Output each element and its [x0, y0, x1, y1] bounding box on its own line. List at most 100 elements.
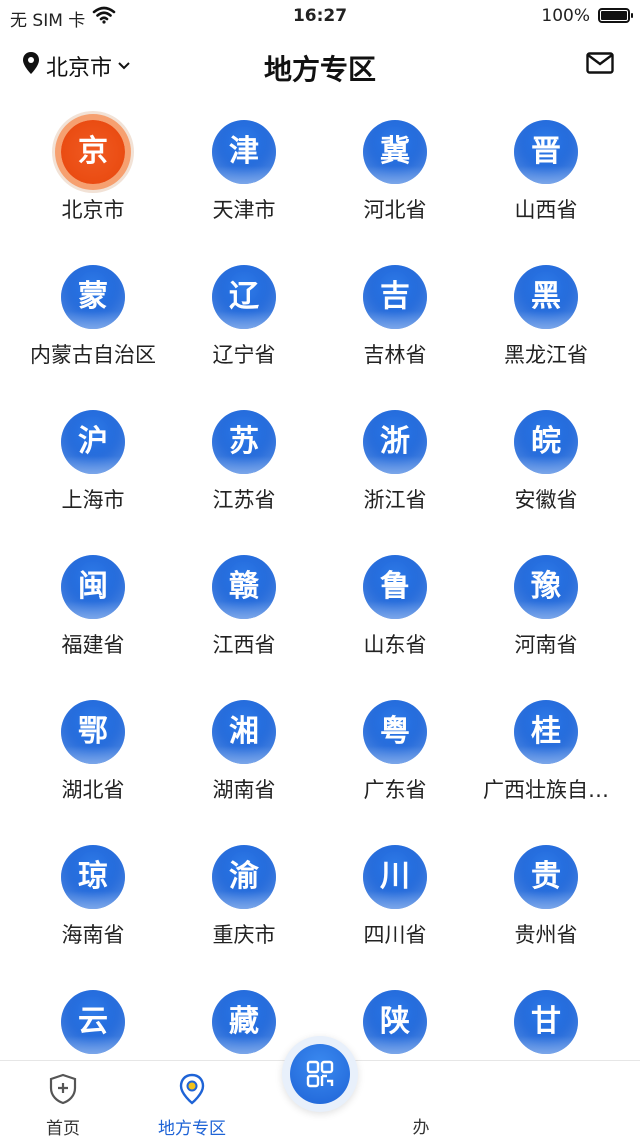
region-emblem-icon: 闽 [61, 555, 125, 619]
region-emblem-icon: 云 [61, 990, 125, 1054]
region-name: 江西省 [212, 633, 276, 657]
region-name: 海南省 [61, 923, 125, 947]
region-item[interactable]: 川四川省 [315, 845, 475, 949]
region-emblem-glyph: 鲁 [380, 569, 410, 604]
region-emblem-glyph: 云 [78, 1004, 108, 1039]
battery-icon [598, 8, 633, 23]
region-name: 广西壮族自… [483, 778, 609, 802]
region-name: 河南省 [514, 633, 578, 657]
region-name: 北京市 [61, 198, 125, 222]
region-item[interactable]: 湘湖南省 [164, 700, 324, 804]
region-item[interactable]: 云 [13, 990, 173, 1060]
region-item[interactable]: 蒙内蒙古自治区 [13, 265, 173, 369]
region-emblem-icon: 黑 [514, 265, 578, 329]
tab-home[interactable]: 首页 [8, 1073, 118, 1139]
region-item[interactable]: 浙浙江省 [315, 410, 475, 514]
region-emblem-icon: 湘 [212, 700, 276, 764]
region-item[interactable]: 桂广西壮族自… [466, 700, 626, 804]
region-emblem-icon: 浙 [363, 410, 427, 474]
region-emblem-glyph: 沪 [78, 424, 108, 459]
region-emblem-icon: 皖 [514, 410, 578, 474]
region-item[interactable]: 辽辽宁省 [164, 265, 324, 369]
tab-home-label: 首页 [46, 1119, 80, 1139]
region-name: 湖北省 [61, 778, 125, 802]
region-name: 四川省 [363, 923, 427, 947]
tab-task[interactable]: 办 [366, 1113, 476, 1138]
mail-icon[interactable] [586, 52, 614, 78]
region-emblem-glyph: 川 [380, 859, 410, 894]
region-emblem-icon: 川 [363, 845, 427, 909]
region-item[interactable]: 赣江西省 [164, 555, 324, 659]
region-emblem-icon: 陕 [363, 990, 427, 1054]
region-item[interactable]: 甘 [466, 990, 626, 1060]
region-name: 福建省 [61, 633, 125, 657]
region-emblem-icon: 渝 [212, 845, 276, 909]
region-name: 上海市 [61, 488, 125, 512]
region-emblem-glyph: 京 [78, 134, 108, 169]
region-name: 辽宁省 [212, 343, 276, 367]
region-item[interactable]: 闽福建省 [13, 555, 173, 659]
region-emblem-glyph: 皖 [531, 424, 561, 459]
region-name: 河北省 [363, 198, 427, 222]
region-item[interactable]: 吉吉林省 [315, 265, 475, 369]
region-emblem-icon: 赣 [212, 555, 276, 619]
tab-task-label: 办 [412, 1118, 430, 1138]
region-emblem-glyph: 甘 [531, 1004, 561, 1039]
region-item[interactable]: 贵贵州省 [466, 845, 626, 949]
region-item[interactable]: 黑黑龙江省 [466, 265, 626, 369]
region-emblem-icon: 甘 [514, 990, 578, 1054]
battery-percentage: 100% [541, 6, 590, 26]
region-emblem-glyph: 藏 [229, 1004, 259, 1039]
region-item[interactable]: 苏江苏省 [164, 410, 324, 514]
region-emblem-glyph: 湘 [229, 714, 259, 749]
region-item[interactable]: 晋山西省 [466, 120, 626, 224]
region-emblem-icon: 辽 [212, 265, 276, 329]
region-item[interactable]: 皖安徽省 [466, 410, 626, 514]
region-emblem-glyph: 冀 [380, 134, 410, 169]
region-emblem-glyph: 浙 [380, 424, 410, 459]
region-name: 广东省 [363, 778, 427, 802]
region-item[interactable]: 京北京市 [13, 120, 173, 224]
region-emblem-icon: 琼 [61, 845, 125, 909]
region-emblem-icon: 桂 [514, 700, 578, 764]
region-item[interactable]: 豫河南省 [466, 555, 626, 659]
region-emblem-glyph: 苏 [229, 424, 259, 459]
region-item[interactable]: 粤广东省 [315, 700, 475, 804]
region-name: 内蒙古自治区 [30, 343, 156, 367]
region-name: 山西省 [514, 198, 578, 222]
region-emblem-glyph: 闽 [78, 569, 108, 604]
region-name: 江苏省 [212, 488, 276, 512]
qr-scan-icon [306, 1060, 334, 1092]
shield-plus-icon [8, 1073, 118, 1110]
region-emblem-glyph: 渝 [229, 859, 259, 894]
region-emblem-icon: 沪 [61, 410, 125, 474]
region-emblem-icon: 冀 [363, 120, 427, 184]
region-emblem-glyph: 赣 [229, 569, 259, 604]
region-emblem-glyph: 吉 [380, 279, 410, 314]
region-emblem-icon: 贵 [514, 845, 578, 909]
region-emblem-glyph: 陕 [380, 1004, 410, 1039]
region-emblem-glyph: 晋 [531, 134, 561, 169]
region-emblem-icon: 豫 [514, 555, 578, 619]
region-name: 贵州省 [514, 923, 578, 947]
region-item[interactable]: 渝重庆市 [164, 845, 324, 949]
region-emblem-icon: 晋 [514, 120, 578, 184]
region-item[interactable]: 鲁山东省 [315, 555, 475, 659]
location-pin-icon [137, 1073, 247, 1110]
region-item[interactable]: 沪上海市 [13, 410, 173, 514]
tab-local-label: 地方专区 [158, 1119, 226, 1139]
region-emblem-glyph: 粤 [380, 714, 410, 749]
page-title: 地方专区 [263, 53, 376, 86]
region-emblem-glyph: 桂 [531, 714, 561, 749]
region-emblem-icon: 粤 [363, 700, 427, 764]
region-emblem-icon: 藏 [212, 990, 276, 1054]
region-item[interactable]: 冀河北省 [315, 120, 475, 224]
scan-button[interactable] [282, 1036, 358, 1112]
region-emblem-glyph: 琼 [78, 859, 108, 894]
tab-local[interactable]: 地方专区 [137, 1073, 247, 1139]
region-item[interactable]: 鄂湖北省 [13, 700, 173, 804]
region-emblem-glyph: 豫 [531, 569, 561, 604]
region-item[interactable]: 琼海南省 [13, 845, 173, 949]
region-emblem-glyph: 贵 [531, 859, 561, 894]
region-item[interactable]: 津天津市 [164, 120, 324, 224]
